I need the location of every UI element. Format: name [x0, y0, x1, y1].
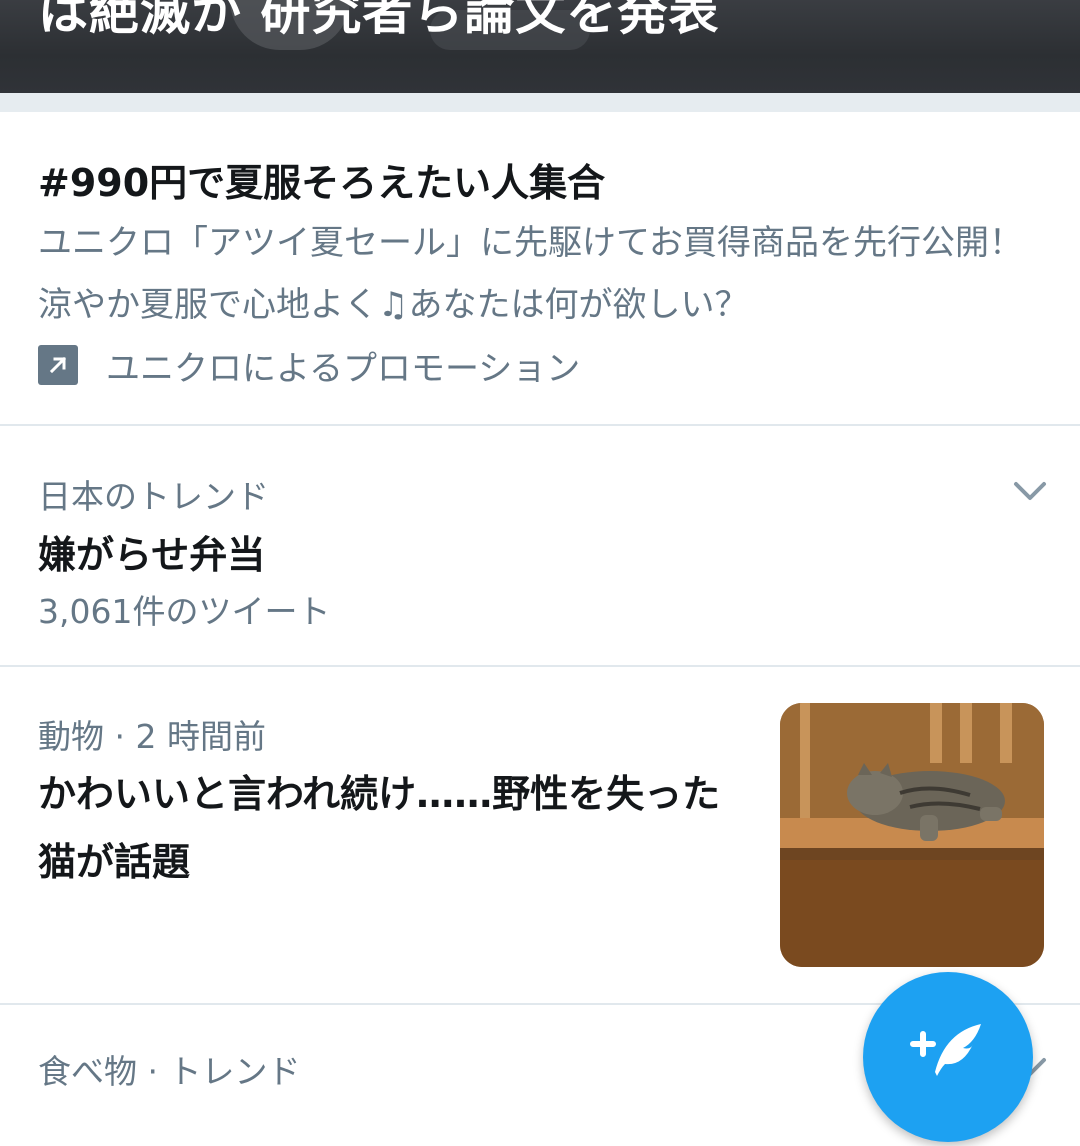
trend-context: 動物 · 2 時間前 [38, 717, 266, 756]
promoted-by-label: ユニクロによるプロモーション [106, 348, 581, 389]
trend-title[interactable]: 嫌がらせ弁当 [38, 524, 265, 579]
promoted-by-line: ユニクロによるプロモーション [38, 342, 581, 389]
promoted-trend-title[interactable]: #990円で夏服そろえたい人集合 [38, 152, 605, 207]
promoted-trend-description: ユニクロ「アツイ夏セール」に先駆けてお買得商品を先行公開！涼やか夏服で心地よく♫… [38, 223, 1023, 325]
banner-headline: は絶滅か 研究者ら論文を発表 [38, 0, 720, 41]
compose-tweet-icon [910, 1024, 981, 1076]
trend-context: 食べ物 · トレンド [38, 1052, 301, 1091]
trend-title[interactable]: かわいいと言われ続け……野性を失った猫が話題 [38, 760, 748, 896]
section-divider [0, 93, 1080, 113]
sleeping-cat-photo[interactable] [780, 703, 1044, 967]
trend-context: 日本のトレンド [38, 477, 269, 516]
news-banner-image[interactable]: は絶滅か 研究者ら論文を発表 [0, 0, 1080, 93]
compose-tweet-button[interactable] [863, 972, 1033, 1142]
chevron-down-icon[interactable] [1010, 476, 1050, 506]
promoted-arrow-icon [38, 345, 78, 385]
trend-tweet-count: 3,061件のツイート [38, 592, 331, 631]
